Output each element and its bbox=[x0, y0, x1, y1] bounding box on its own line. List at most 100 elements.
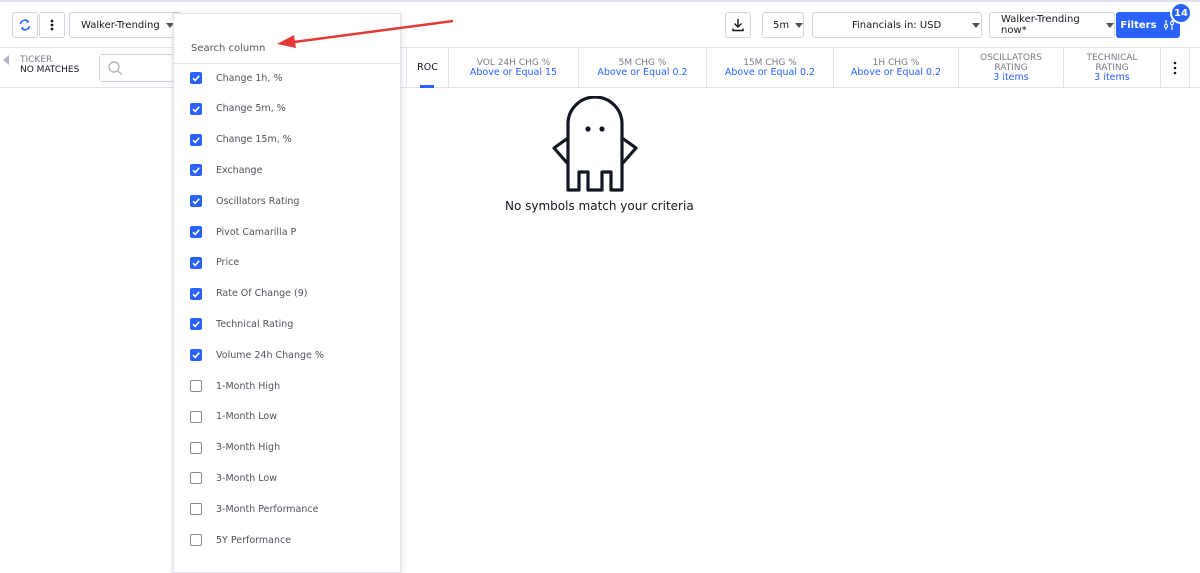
annotation-arrow bbox=[277, 19, 454, 48]
column-option-label: Change 1h, % bbox=[216, 72, 283, 84]
column-settings-button[interactable] bbox=[1160, 48, 1190, 88]
column-title: OSCILLATORS RATING bbox=[980, 53, 1042, 73]
checkbox-checked[interactable] bbox=[190, 164, 202, 177]
checkbox-checked[interactable] bbox=[190, 195, 202, 208]
column-option[interactable]: 3-Month High bbox=[174, 435, 400, 461]
checkmark-icon bbox=[192, 321, 200, 328]
download-icon bbox=[732, 19, 744, 32]
checkbox-checked[interactable] bbox=[190, 102, 202, 115]
ticker-column-header[interactable]: TICKER NO MATCHES bbox=[20, 55, 79, 75]
screen-select-label: Walker-Trending bbox=[81, 19, 160, 31]
column-option-label: 1-Month High bbox=[216, 380, 281, 392]
column-title: TECHNICAL RATING bbox=[1086, 53, 1138, 73]
chevron-down-icon bbox=[1106, 22, 1114, 28]
checkbox-checked[interactable] bbox=[190, 256, 202, 269]
column-header-5m-chg[interactable]: 5M CHG % Above or Equal 0.2 bbox=[578, 48, 706, 88]
refresh-button[interactable] bbox=[12, 12, 38, 38]
column-option-label: Volume 24h Change % bbox=[216, 349, 324, 361]
column-filter: 3 items bbox=[993, 72, 1029, 83]
checkmark-icon bbox=[192, 198, 200, 205]
column-filter: 3 items bbox=[1094, 72, 1130, 83]
checkmark-icon bbox=[192, 136, 200, 144]
column-header-oscillators-rating[interactable]: OSCILLATORS RATING 3 items bbox=[958, 48, 1063, 88]
column-option[interactable]: Change 1h, % bbox=[174, 65, 400, 91]
ghost-icon bbox=[552, 96, 638, 192]
checkbox-unchecked[interactable] bbox=[190, 410, 202, 423]
column-option[interactable]: Exchange bbox=[174, 157, 400, 183]
column-option-label: 3-Month High bbox=[216, 442, 281, 454]
column-option[interactable]: Oscillators Rating bbox=[174, 188, 400, 214]
column-picker-dropdown: Search column Change 1h, % Change 5m, % Ch… bbox=[173, 13, 401, 573]
empty-state-message: No symbols match your criteria bbox=[505, 199, 694, 213]
column-option[interactable]: Technical Rating bbox=[174, 311, 400, 337]
column-option-label: Technical Rating bbox=[216, 318, 294, 330]
ticker-label: TICKER bbox=[20, 55, 53, 65]
column-header-technical-rating[interactable]: TECHNICAL RATING 3 items bbox=[1063, 48, 1160, 88]
column-option[interactable]: Rate Of Change (9) bbox=[174, 281, 400, 307]
checkmark-icon bbox=[192, 106, 200, 113]
checkbox-unchecked[interactable] bbox=[190, 380, 202, 392]
timeframe-select[interactable]: 5m bbox=[762, 12, 804, 38]
financials-currency-select[interactable]: Financials in: USD bbox=[812, 12, 982, 38]
ticker-search-input[interactable] bbox=[99, 54, 184, 82]
checkbox-checked[interactable] bbox=[190, 349, 202, 362]
checkmark-icon bbox=[192, 290, 200, 298]
checkmark-icon bbox=[192, 75, 200, 82]
saved-screen-select[interactable]: Walker-Trending now* bbox=[989, 12, 1115, 38]
checkbox-unchecked[interactable] bbox=[190, 534, 202, 546]
filters-label: Filters bbox=[1120, 19, 1157, 31]
no-matches-label: NO MATCHES bbox=[20, 65, 80, 75]
column-option-label: Change 15m, % bbox=[216, 134, 292, 146]
column-filter: Above or Equal 0.2 bbox=[850, 67, 942, 78]
export-button[interactable] bbox=[725, 12, 751, 38]
column-filter: Above or Equal 0.2 bbox=[724, 67, 816, 78]
column-option[interactable]: Price bbox=[174, 250, 400, 276]
column-filter: Above or Equal 0.2 bbox=[597, 67, 688, 78]
column-option-label: Rate Of Change (9) bbox=[216, 288, 308, 300]
column-header-roc[interactable]: ROC bbox=[406, 48, 448, 88]
checkmark-icon bbox=[192, 167, 200, 174]
screen-select[interactable]: Walker-Trending bbox=[69, 12, 181, 38]
column-header-vol-24h-chg[interactable]: VOL 24H CHG % Above or Equal 15 bbox=[448, 48, 578, 88]
collapse-arrow-icon[interactable] bbox=[2, 55, 10, 65]
checkbox-checked[interactable] bbox=[190, 133, 202, 146]
checkbox-checked[interactable] bbox=[190, 318, 202, 331]
column-header-15m-chg[interactable]: 15M CHG % Above or Equal 0.2 bbox=[706, 48, 833, 88]
column-option-label: 5Y Performance bbox=[216, 534, 292, 546]
checkbox-checked[interactable] bbox=[190, 72, 202, 84]
search-icon bbox=[108, 61, 122, 75]
column-option-label: Change 5m, % bbox=[216, 103, 286, 115]
column-title: ROC bbox=[417, 62, 438, 73]
checkmark-icon bbox=[192, 260, 200, 267]
column-option-label: 3-Month Low bbox=[216, 472, 277, 484]
financials-label: Financials in: USD bbox=[852, 19, 942, 31]
column-option[interactable]: Change 5m, % bbox=[174, 96, 400, 122]
checkbox-unchecked[interactable] bbox=[190, 503, 202, 516]
column-option[interactable]: 5Y Performance bbox=[174, 527, 400, 553]
column-option[interactable]: 3-Month Performance bbox=[174, 496, 400, 522]
checkbox-unchecked[interactable] bbox=[190, 472, 202, 485]
column-option[interactable]: 1-Month Low bbox=[174, 404, 400, 430]
column-header-1h-chg[interactable]: 1H CHG % Above or Equal 0.2 bbox=[833, 48, 958, 88]
active-column-indicator bbox=[420, 85, 434, 88]
refresh-icon bbox=[19, 19, 31, 31]
column-option-label: Oscillators Rating bbox=[216, 195, 300, 207]
column-option-label: 3-Month Performance bbox=[216, 503, 319, 515]
column-option[interactable]: Volume 24h Change % bbox=[174, 342, 400, 368]
more-options-button[interactable] bbox=[39, 12, 65, 38]
column-filter: Above or Equal 15 bbox=[469, 67, 558, 78]
checkbox-unchecked[interactable] bbox=[190, 441, 202, 454]
column-option[interactable]: Change 15m, % bbox=[174, 127, 400, 153]
timeframe-label: 5m bbox=[773, 19, 790, 31]
checkmark-icon bbox=[192, 229, 200, 236]
saved-screen-label: Walker-Trending now* bbox=[1001, 14, 1080, 36]
checkbox-checked[interactable] bbox=[190, 226, 202, 238]
column-option[interactable]: 1-Month High bbox=[174, 373, 400, 399]
column-option-label: Exchange bbox=[216, 164, 263, 176]
checkbox-checked[interactable] bbox=[190, 287, 202, 300]
column-option-label: Pivot Camarilla P bbox=[216, 226, 297, 238]
chevron-down-icon bbox=[972, 22, 981, 28]
column-option[interactable]: 3-Month Low bbox=[174, 465, 400, 491]
column-option-label: Price bbox=[216, 257, 240, 269]
column-option[interactable]: Pivot Camarilla P bbox=[174, 219, 400, 245]
